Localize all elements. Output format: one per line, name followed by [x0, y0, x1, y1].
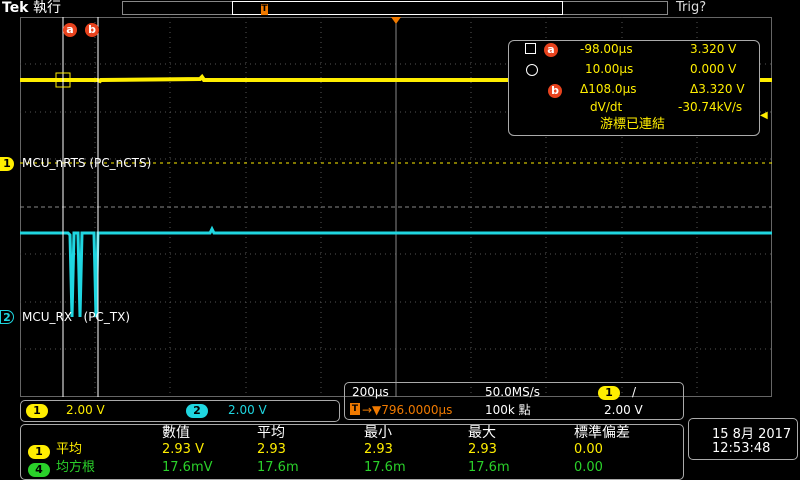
ch2-offset-marker[interactable]: 2 — [0, 310, 18, 324]
ch2-number: 2 — [0, 310, 14, 324]
meas-row1-source: 1 — [28, 444, 50, 459]
meas-row2-mean: 17.6m — [257, 460, 299, 475]
date: 15 8月 2017 — [712, 427, 792, 442]
dvdt-value: -30.74kV/s — [678, 100, 743, 114]
meas-header-max: 最大 — [468, 425, 496, 441]
meas-row1-max: 2.93 — [468, 442, 497, 457]
trigger-delay-icon: T — [350, 403, 360, 415]
meas-row2-source: 4 — [28, 462, 50, 477]
trigger-time-marker — [391, 17, 401, 24]
brand-name: Tek — [2, 0, 29, 16]
cursor-b-circle-icon — [526, 64, 538, 76]
cursor-b-handle[interactable]: b — [85, 23, 99, 37]
meas-row1-mean: 2.93 — [257, 442, 286, 457]
ch1-offset-marker[interactable]: 1 — [0, 156, 18, 171]
cursor-b-voltage: 0.000 V — [690, 62, 737, 76]
meas-row2-value: 17.6mV — [162, 460, 213, 475]
ch1-scale-badge[interactable]: 1 — [26, 403, 48, 418]
trigger-source-number: 1 — [598, 386, 620, 400]
record-length: 100k 點 — [485, 403, 531, 417]
dvdt-label: dV/dt — [590, 100, 623, 114]
meas-row1-name: 平均 — [56, 442, 83, 457]
meas-row1-source-number: 1 — [28, 445, 50, 459]
meas-header-stddev: 標準偏差 — [574, 425, 630, 441]
meas-header-min: 最小 — [364, 425, 392, 441]
cursor-b-time: 10.00µs — [585, 62, 634, 76]
cursor-a-square-icon — [525, 43, 536, 54]
meas-header-value: 數值 — [162, 425, 190, 441]
meas-row2-source-number: 4 — [28, 463, 50, 477]
cursors-linked-status: 游標已連結 — [600, 117, 666, 132]
meas-row1-stddev: 0.00 — [574, 442, 603, 457]
cursor-delta-time: Δ108.0µs — [580, 82, 637, 96]
trigger-slope-icon: / — [632, 385, 637, 399]
meas-row2-name: 均方根 — [56, 460, 96, 475]
cursor-a-handle[interactable]: a — [63, 23, 77, 37]
meas-row1-value: 2.93 V — [162, 442, 204, 457]
ch2-scale-badge[interactable]: 2 — [186, 403, 208, 418]
ch2-scale-value: 2.00 V — [228, 403, 267, 417]
time-per-division: 200µs — [352, 385, 389, 399]
trigger-source-badge[interactable]: 1 — [598, 385, 620, 400]
ch1-scale-number: 1 — [26, 404, 48, 418]
time: 12:53:48 — [712, 441, 771, 456]
meas-header-mean: 平均 — [257, 425, 285, 441]
cursor-a-voltage: 3.320 V — [690, 42, 737, 56]
horizontal-delay: →▼796.0000µs — [362, 403, 453, 417]
readout-cursor-a-badge: a — [544, 43, 558, 57]
meas-row2-min: 17.6m — [364, 460, 406, 475]
ch2-label: MCU_RX (PC_TX) — [22, 310, 131, 324]
trigger-level-arrow-icon: ◀ — [760, 110, 768, 121]
ch1-number: 1 — [0, 157, 14, 171]
trigger-level: 2.00 V — [604, 403, 643, 417]
readout-cursor-b-badge: b — [548, 84, 562, 98]
cursor-delta-voltage: Δ3.320 V — [690, 82, 745, 96]
run-state: 執行 — [32, 0, 61, 16]
meas-row1-min: 2.93 — [364, 442, 393, 457]
meas-row2-stddev: 0.00 — [574, 460, 603, 475]
trigger-position-icon[interactable]: T — [261, 4, 268, 15]
ch1-scale-value: 2.00 V — [66, 403, 105, 417]
cursor-a-time: -98.00µs — [580, 42, 633, 56]
record-view-window[interactable] — [232, 1, 563, 15]
brand-status: Tek 執行 — [2, 0, 61, 16]
meas-row2-max: 17.6m — [468, 460, 510, 475]
sample-rate: 50.0MS/s — [485, 385, 540, 399]
trigger-status: Trig? — [676, 0, 707, 15]
ch2-scale-number: 2 — [186, 404, 208, 418]
ch1-label: MCU_nRTS (PC_nCTS) — [22, 156, 152, 170]
